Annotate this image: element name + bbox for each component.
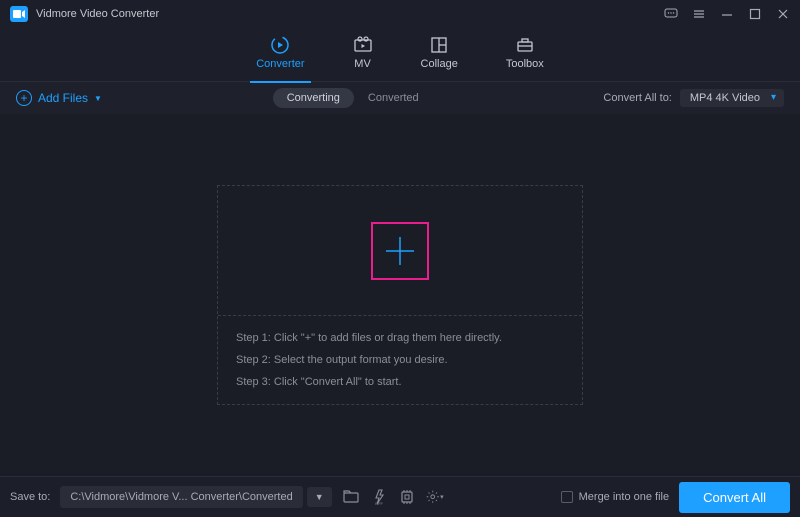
app-logo-icon [10, 6, 28, 22]
title-controls [664, 7, 790, 21]
status-tabs: Converting Converted [273, 88, 433, 108]
app-title: Vidmore Video Converter [36, 8, 159, 20]
tab-converted[interactable]: Converted [354, 88, 433, 108]
chevron-down-icon: ▾ [440, 493, 444, 501]
add-files-button[interactable]: + Add Files ▼ [16, 90, 102, 106]
nav-tabs: Converter MV Collage Toolbox [0, 28, 800, 82]
chevron-down-icon[interactable]: ▼ [94, 94, 102, 103]
save-to-label: Save to: [10, 491, 50, 503]
footer-bar: Save to: C:\Vidmore\Vidmore V... Convert… [0, 476, 800, 517]
plus-icon [382, 233, 418, 269]
add-files-label: Add Files [38, 91, 88, 105]
step-3: Step 3: Click "Convert All" to start. [236, 376, 564, 388]
merge-label: Merge into one file [579, 491, 670, 503]
format-value: MP4 4K Video [690, 92, 760, 104]
feedback-icon[interactable] [664, 7, 678, 21]
menu-icon[interactable] [692, 7, 706, 21]
tab-label: MV [354, 58, 371, 70]
maximize-icon[interactable] [748, 7, 762, 21]
minimize-icon[interactable] [720, 7, 734, 21]
tab-toolbox[interactable]: Toolbox [506, 36, 544, 74]
open-folder-icon[interactable] [342, 488, 360, 506]
tab-label: Collage [421, 58, 458, 70]
close-icon[interactable] [776, 7, 790, 21]
collage-icon [429, 36, 449, 54]
sub-bar: + Add Files ▼ Converting Converted Conve… [0, 82, 800, 114]
tab-converter[interactable]: Converter [256, 36, 304, 74]
toolbox-icon [515, 36, 535, 54]
tab-converting[interactable]: Converting [273, 88, 354, 108]
tab-label: Converter [256, 58, 304, 70]
hardware-accel-icon[interactable]: OFF [370, 488, 388, 506]
title-left: Vidmore Video Converter [10, 6, 159, 22]
output-path-text: C:\Vidmore\Vidmore V... Converter\Conver… [70, 491, 292, 503]
tab-label: Toolbox [506, 58, 544, 70]
merge-checkbox[interactable]: Merge into one file [561, 491, 670, 503]
title-bar: Vidmore Video Converter [0, 0, 800, 28]
checkbox-icon [561, 491, 573, 503]
tab-collage[interactable]: Collage [421, 36, 458, 74]
output-path[interactable]: C:\Vidmore\Vidmore V... Converter\Conver… [60, 486, 302, 508]
format-select[interactable]: MP4 4K Video [680, 89, 784, 107]
gpu-icon[interactable] [398, 488, 416, 506]
convert-all-to: Convert All to: MP4 4K Video [603, 89, 784, 107]
mv-icon [353, 36, 373, 54]
step-2: Step 2: Select the output format you des… [236, 354, 564, 366]
convert-all-to-label: Convert All to: [603, 92, 671, 104]
convert-all-button[interactable]: Convert All [679, 482, 790, 513]
drop-zone[interactable] [218, 186, 582, 316]
tab-mv[interactable]: MV [353, 36, 373, 74]
add-files-plus-button[interactable] [371, 222, 429, 280]
path-dropdown[interactable]: ▼ [307, 487, 332, 507]
step-1: Step 1: Click "+" to add files or drag t… [236, 332, 564, 344]
converter-icon [270, 36, 290, 54]
settings-icon[interactable]: ▾ [426, 488, 444, 506]
instructions: Step 1: Click "+" to add files or drag t… [218, 316, 582, 404]
svg-text:OFF: OFF [375, 501, 384, 506]
drop-panel: Step 1: Click "+" to add files or drag t… [217, 185, 583, 405]
main-area: Step 1: Click "+" to add files or drag t… [0, 114, 800, 476]
plus-circle-icon: + [16, 90, 32, 106]
